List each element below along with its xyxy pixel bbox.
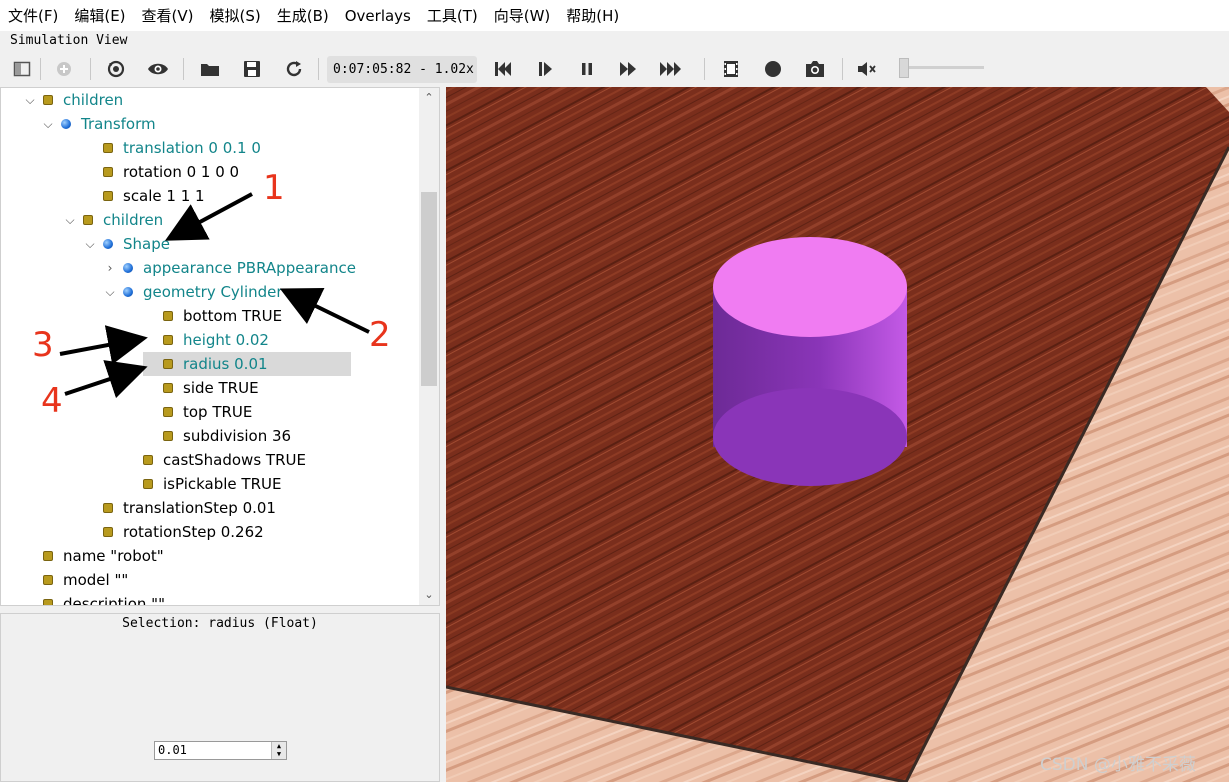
window-title: Simulation View — [10, 33, 128, 48]
field-cube-icon — [143, 455, 153, 465]
screenshot-icon[interactable] — [801, 56, 829, 82]
tree-row[interactable]: subdivision 36 — [143, 424, 291, 448]
tree-row-label: rotationStep 0.262 — [123, 523, 264, 541]
save-icon[interactable] — [238, 56, 266, 82]
mute-icon[interactable] — [853, 56, 881, 82]
field-cube-icon — [43, 599, 53, 605]
open-folder-icon[interactable] — [196, 56, 224, 82]
menu-item-6[interactable]: 工具(T) — [419, 5, 486, 26]
menu-item-2[interactable]: 查看(V) — [134, 5, 202, 26]
3d-viewport[interactable] — [446, 87, 1229, 782]
field-cube-icon — [43, 551, 53, 561]
menu-item-8[interactable]: 帮助(H) — [558, 5, 627, 26]
tree-row[interactable]: model "" — [23, 568, 128, 592]
tree-row[interactable]: castShadows TRUE — [123, 448, 306, 472]
menu-item-1[interactable]: 编辑(E) — [66, 5, 133, 26]
add-node-icon[interactable] — [50, 56, 78, 82]
tree-row[interactable]: description "" — [23, 592, 165, 606]
tree-row-label: description "" — [63, 595, 165, 606]
tree-row-label: model "" — [63, 571, 129, 589]
tree-row[interactable]: isPickable TRUE — [123, 472, 281, 496]
menu-bar: 文件(F) 编辑(E) 查看(V) 模拟(S) 生成(B) Overlays 工具(T) 向导… — [0, 0, 1229, 31]
simulation-time-display: 0:07:05:82 - 1.02x — [327, 56, 477, 83]
selection-label: Selection: radius (Float) — [122, 616, 318, 631]
record-icon[interactable] — [759, 56, 787, 82]
toggle-panel-icon[interactable] — [8, 56, 36, 82]
field-cube-icon — [43, 575, 53, 585]
tree-row[interactable]: rotationStep 0.262 — [83, 520, 264, 544]
annotation-4: 4 — [41, 381, 63, 421]
scroll-down-icon[interactable]: ⌄ — [421, 587, 437, 603]
watermark: CSDN @小雅不采薇 — [1040, 755, 1196, 775]
run-icon[interactable] — [614, 56, 642, 82]
tree-row-label: subdivision 36 — [183, 427, 292, 445]
field-editor-panel: Selection: radius (Float) 0.01 ▲ ▼ — [0, 613, 440, 782]
panel-splitter[interactable] — [0, 606, 440, 619]
fast-forward-icon[interactable] — [656, 56, 684, 82]
pause-icon[interactable] — [573, 56, 601, 82]
eye-icon[interactable] — [144, 56, 172, 82]
field-cube-icon — [163, 431, 173, 441]
step-icon[interactable] — [531, 56, 559, 82]
tree-row-label: castShadows TRUE — [163, 451, 306, 469]
field-cube-icon — [143, 479, 153, 489]
record-movie-icon[interactable] — [717, 56, 745, 82]
annotation-2: 2 — [369, 315, 391, 355]
field-cube-icon — [103, 527, 113, 537]
menu-item-3[interactable]: 模拟(S) — [202, 5, 269, 26]
tree-row-label: translationStep 0.01 — [123, 499, 276, 517]
menu-item-7[interactable]: 向导(W) — [486, 5, 559, 26]
annotation-1: 1 — [263, 168, 285, 208]
menu-item-4[interactable]: 生成(B) — [269, 5, 337, 26]
tree-row-label: isPickable TRUE — [163, 475, 282, 493]
reset-simulation-icon[interactable] — [489, 56, 517, 82]
volume-slider-handle[interactable] — [899, 58, 909, 78]
reload-icon[interactable] — [280, 56, 308, 82]
float-value-text: 0.01 — [158, 743, 187, 757]
annotation-arrows — [59, 192, 370, 399]
float-value-field[interactable]: 0.01 ▲ ▼ — [154, 741, 287, 760]
tree-row[interactable]: name "robot" — [23, 544, 164, 568]
volume-slider-track[interactable] — [904, 66, 984, 69]
menu-item-0[interactable]: 文件(F) — [0, 5, 66, 26]
tree-row-label: name "robot" — [63, 547, 164, 565]
spin-buttons[interactable]: ▲ ▼ — [271, 742, 286, 759]
reset-view-icon[interactable] — [102, 56, 130, 82]
menu-item-5[interactable]: Overlays — [337, 7, 419, 25]
field-cube-icon — [103, 503, 113, 513]
annotation-3: 3 — [32, 325, 54, 365]
tree-row[interactable]: translationStep 0.01 — [83, 496, 276, 520]
